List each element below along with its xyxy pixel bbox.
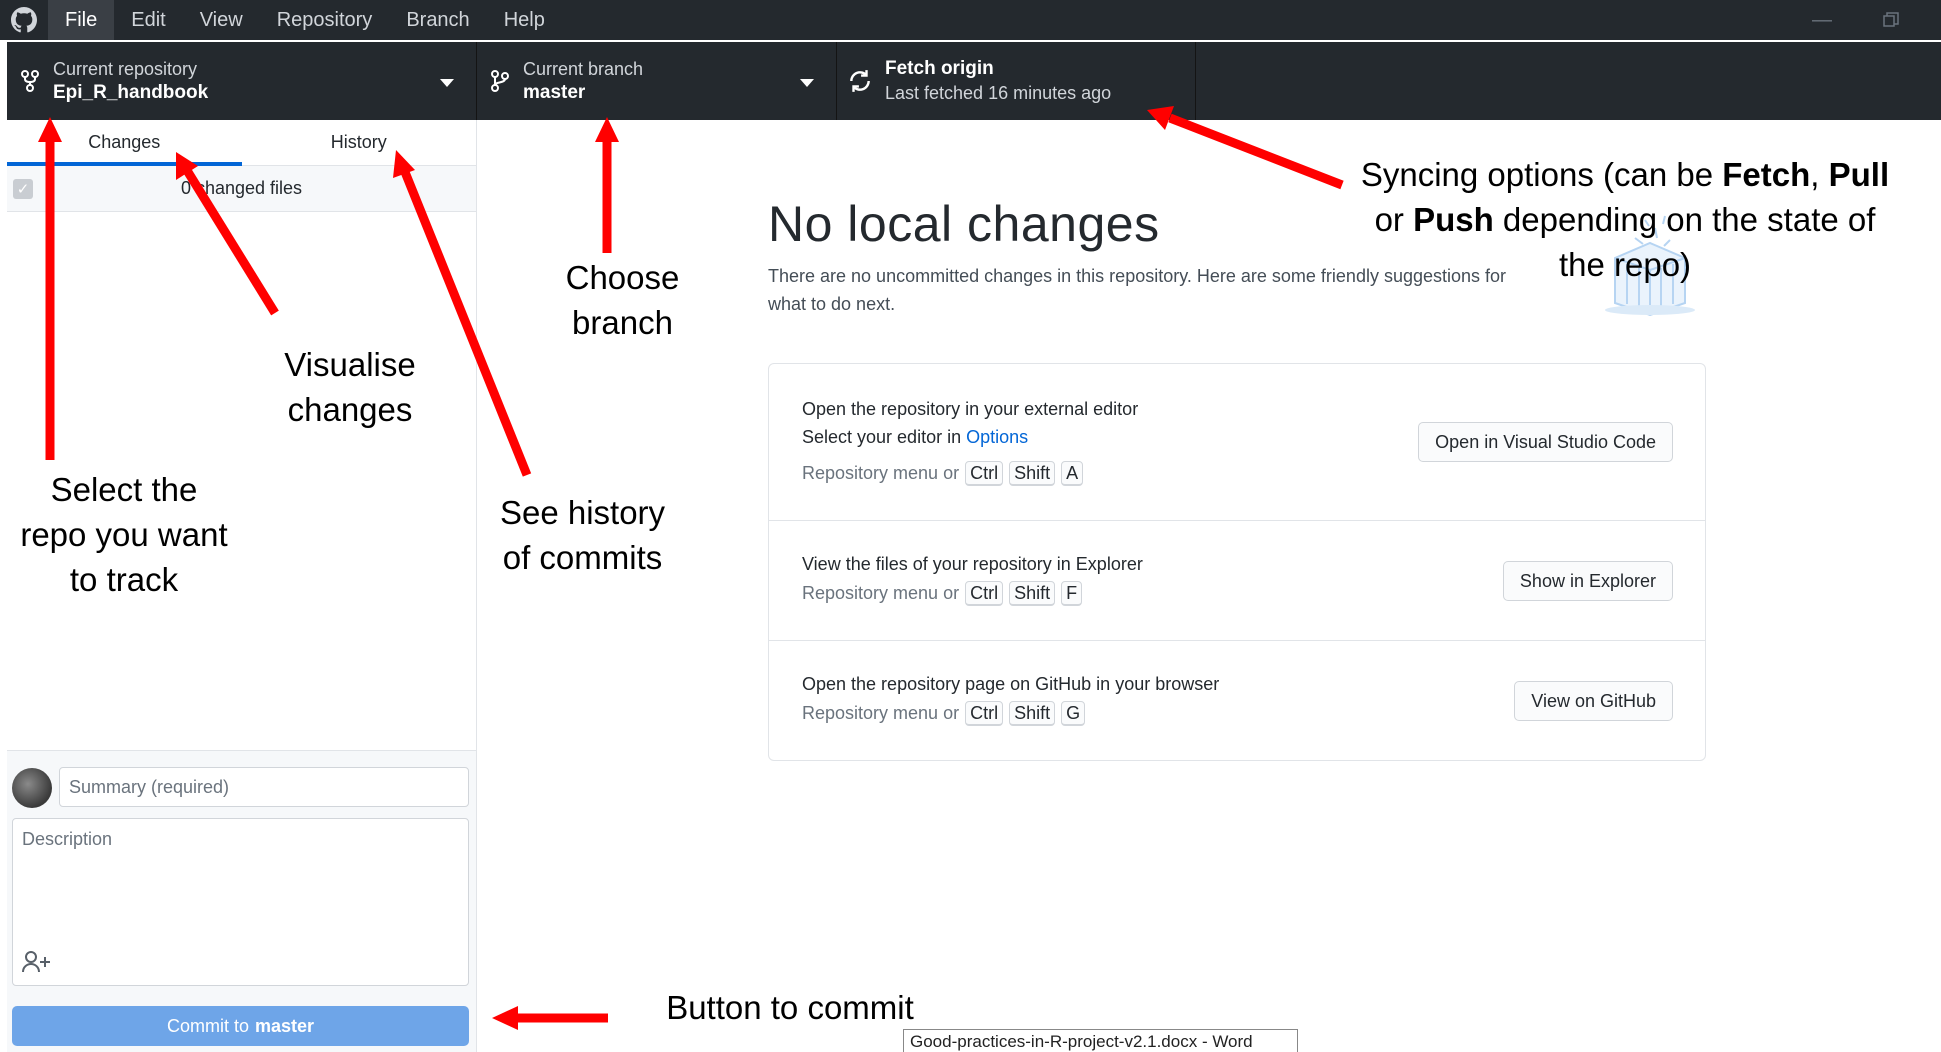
commit-button-branch: master <box>254 1015 315 1036</box>
sidebar-tabs: Changes History <box>7 120 476 166</box>
menu-help[interactable]: Help <box>487 0 562 40</box>
shortcut-prefix: Repository menu or <box>802 463 960 483</box>
menu-bar: File Edit View Repository Branch Help — <box>0 0 1941 40</box>
toolbar: Current repository Epi_R_handbook Curren… <box>7 42 1941 120</box>
summary-input[interactable] <box>59 767 469 807</box>
key-g: G <box>1061 701 1086 726</box>
chevron-down-icon <box>440 79 454 87</box>
current-branch-label: Current branch <box>523 59 644 79</box>
github-octocat-icon[interactable] <box>0 0 48 40</box>
key-ctrl: Ctrl <box>965 461 1004 486</box>
annotation-choose-branch: Choose branch <box>565 259 680 341</box>
action-title: Open the repository in your external edi… <box>802 399 1139 419</box>
action-view-on-github: Open the repository page on GitHub in yo… <box>769 641 1705 761</box>
sync-icon <box>837 68 883 94</box>
avatar <box>12 768 52 808</box>
menu-file[interactable]: File <box>48 0 115 40</box>
annotation-syncing-text: , <box>1810 156 1829 193</box>
tab-history[interactable]: History <box>242 120 477 165</box>
shortcut-prefix: Repository menu or <box>802 583 960 603</box>
key-a: A <box>1061 461 1084 486</box>
annotation-fetch: Fetch <box>1722 156 1811 193</box>
changed-files-count: 0 changed files <box>180 178 303 198</box>
suggestions-card: Open the repository in your external edi… <box>768 363 1706 761</box>
commit-button[interactable]: Commit to master <box>12 1006 469 1046</box>
keyboard-shortcut: Repository menu or Ctrl Shift F <box>802 581 1083 606</box>
menu-edit[interactable]: Edit <box>114 0 182 40</box>
fetch-origin-label: Fetch origin <box>885 58 994 79</box>
description-box <box>12 818 469 986</box>
annotation-syncing-text: depending on the state of the repo) <box>1493 201 1876 283</box>
annotation-syncing-text: or <box>1374 201 1414 238</box>
current-repository-label: Current repository <box>53 59 198 79</box>
changed-files-header: ✓ 0 changed files <box>7 166 476 212</box>
keyboard-shortcut: Repository menu or Ctrl Shift G <box>802 701 1086 726</box>
key-shift: Shift <box>1009 581 1056 606</box>
menu-branch[interactable]: Branch <box>389 0 486 40</box>
current-branch-name: master <box>523 82 586 103</box>
key-f: F <box>1061 581 1083 606</box>
arrow-choose-branch <box>595 117 619 253</box>
key-ctrl: Ctrl <box>965 701 1004 726</box>
select-all-checkbox[interactable]: ✓ <box>13 178 33 199</box>
restore-icon[interactable] <box>1861 0 1921 40</box>
annotation-button-to-commit: Button to commit <box>666 989 914 1026</box>
action-title: Open the repository page on GitHub in yo… <box>802 674 1220 694</box>
annotation-syncing: Syncing options (can be Fetch, Pull or P… <box>1355 152 1895 287</box>
options-link[interactable]: Options <box>966 427 1028 447</box>
add-coauthor-icon[interactable] <box>21 949 51 975</box>
menu-repository[interactable]: Repository <box>260 0 390 40</box>
annotation-syncing-text: Syncing options (can be <box>1360 156 1723 193</box>
last-fetched-text: Last fetched 16 minutes ago <box>885 83 1112 103</box>
annotation-select-repo: Select the repo you want to track <box>20 471 228 598</box>
action-show-in-explorer: View the files of your repository in Exp… <box>769 521 1705 641</box>
page-title: No local changes <box>768 196 1160 252</box>
branch-selector[interactable]: Current branch master <box>477 42 837 120</box>
annotation-see-history: See history of commits <box>499 494 666 576</box>
current-repository-name: Epi_R_handbook <box>53 82 209 103</box>
open-in-vscode-button[interactable]: Open in Visual Studio Code <box>1418 422 1673 462</box>
action-open-editor: Open the repository in your external edi… <box>769 364 1705 521</box>
screenshot-stage: File Edit View Repository Branch Help — … <box>0 0 1941 1052</box>
annotation-push: Push <box>1413 201 1494 238</box>
key-ctrl: Ctrl <box>965 581 1004 606</box>
annotation-pull: Pull <box>1828 156 1890 193</box>
taskbar-tooltip: Good-practices-in-R-project-v2.1.docx - … <box>903 1029 1298 1052</box>
tab-changes[interactable]: Changes <box>7 120 242 166</box>
action-subtitle-text: Select your editor in <box>802 427 962 447</box>
action-title: View the files of your repository in Exp… <box>802 554 1143 574</box>
fetch-origin-button[interactable]: Fetch origin Last fetched 16 minutes ago <box>837 42 1196 120</box>
key-shift: Shift <box>1009 701 1056 726</box>
action-subtitle: Select your editor in Options <box>802 427 1028 448</box>
commit-button-label: Commit to <box>166 1015 249 1036</box>
repo-icon <box>7 69 53 93</box>
description-input[interactable] <box>13 819 468 939</box>
commit-panel: Commit tomaster <box>7 750 476 1052</box>
keyboard-shortcut: Repository menu or Ctrl Shift A <box>802 461 1084 486</box>
view-on-github-button[interactable]: View on GitHub <box>1514 681 1673 721</box>
repository-selector[interactable]: Current repository Epi_R_handbook <box>7 42 477 120</box>
minimize-icon[interactable]: — <box>1792 0 1852 40</box>
show-in-explorer-button[interactable]: Show in Explorer <box>1502 561 1673 601</box>
arrow-commit <box>492 1006 608 1030</box>
branch-icon <box>477 69 523 93</box>
shortcut-prefix: Repository menu or <box>802 703 960 723</box>
annotation-visualise-changes: Visualise changes <box>284 346 416 428</box>
menu-view[interactable]: View <box>183 0 260 40</box>
chevron-down-icon <box>800 79 814 87</box>
key-shift: Shift <box>1009 461 1056 486</box>
